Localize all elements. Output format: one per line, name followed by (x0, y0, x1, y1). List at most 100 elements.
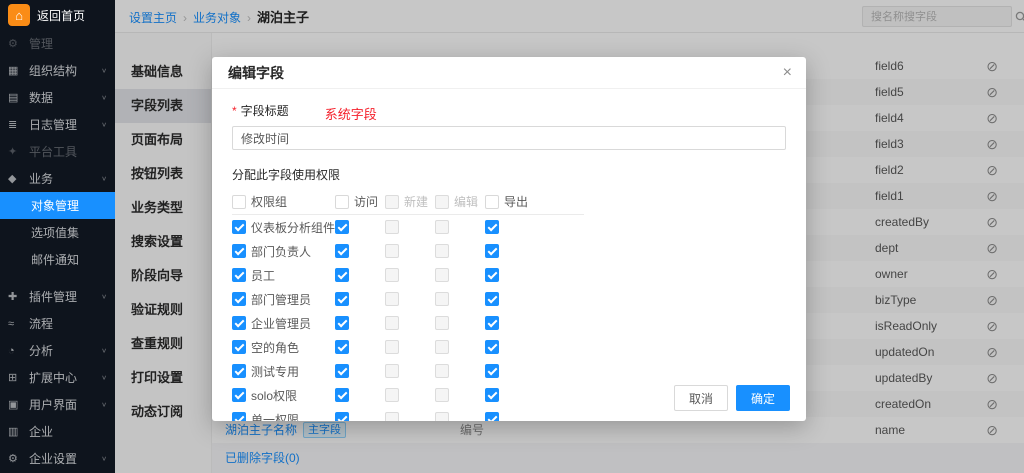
perm-cell (335, 244, 385, 258)
perm-cell (485, 292, 535, 306)
sidebar-item[interactable]: ◆业务∨ (0, 165, 115, 192)
chevron-down-icon: ∨ (101, 374, 107, 381)
sidebar-item[interactable]: ▦组织结构∨ (0, 57, 115, 84)
role-cell: 部门管理员 (232, 291, 335, 308)
perm-cell (485, 244, 535, 258)
sidebar-item[interactable]: ◔分析∨ (0, 337, 115, 364)
sidebar-item[interactable]: ▥企业 (0, 418, 115, 445)
role-cell: 单一权限 (232, 411, 335, 422)
header-checkbox[interactable] (335, 195, 349, 209)
perm-checkbox-visit[interactable] (335, 268, 349, 282)
perm-checkbox-export[interactable] (485, 244, 499, 258)
sidebar-menu: ⚙管理▦组织结构∨▤数据∨≣日志管理∨✦平台工具◆业务∨对象管理选项值集邮件通知… (0, 30, 115, 472)
perm-checkbox-export[interactable] (485, 292, 499, 306)
role-name: 部门负责人 (251, 243, 311, 260)
perm-header-label: 编辑 (454, 193, 478, 210)
perm-checkbox-export[interactable] (485, 340, 499, 354)
database-icon: ▤ (8, 91, 23, 104)
sidebar-item-label: 平台工具 (29, 143, 77, 160)
role-name: solo权限 (251, 387, 297, 404)
close-icon[interactable]: × (783, 57, 792, 89)
perm-checkbox-visit[interactable] (335, 364, 349, 378)
cancel-button[interactable]: 取消 (674, 385, 728, 411)
home-link[interactable]: ⌂ 返回首页 (0, 0, 115, 30)
chevron-down-icon: ∨ (101, 347, 107, 354)
perm-checkbox-create (385, 340, 399, 354)
sidebar-item-label: 管理 (29, 35, 53, 52)
perm-cell (385, 340, 435, 354)
sidebar-item[interactable]: ✚插件管理∨ (0, 283, 115, 310)
row-select-checkbox[interactable] (232, 388, 246, 402)
field-title-label: 字段标题 (241, 102, 289, 119)
perm-checkbox-edit (435, 340, 449, 354)
role-cell: solo权限 (232, 387, 335, 404)
row-select-checkbox[interactable] (232, 364, 246, 378)
row-select-checkbox[interactable] (232, 220, 246, 234)
perm-cell (335, 388, 385, 402)
perm-checkbox-visit[interactable] (335, 388, 349, 402)
perm-cell (485, 388, 535, 402)
perm-cell (385, 388, 435, 402)
perm-checkbox-visit[interactable] (335, 292, 349, 306)
perm-cell (435, 412, 485, 421)
sidebar-item[interactable]: ▣用户界面∨ (0, 391, 115, 418)
sidebar-item-label: 数据 (29, 89, 53, 106)
row-select-checkbox[interactable] (232, 316, 246, 330)
sidebar-item-label: 插件管理 (29, 288, 77, 305)
perm-checkbox-export[interactable] (485, 220, 499, 234)
perm-header-label: 权限组 (251, 193, 287, 210)
perm-checkbox-export[interactable] (485, 388, 499, 402)
perm-checkbox-edit (435, 388, 449, 402)
perm-cell (335, 316, 385, 330)
perm-cell (435, 292, 485, 306)
row-select-checkbox[interactable] (232, 292, 246, 306)
perm-header-label: 导出 (504, 193, 528, 210)
ui-icon: ▣ (8, 398, 23, 411)
perm-checkbox-create (385, 244, 399, 258)
settings-icon: ⚙ (8, 452, 23, 465)
sidebar-item[interactable]: ✦平台工具 (0, 138, 115, 165)
sidebar-item[interactable]: ≣日志管理∨ (0, 111, 115, 138)
perm-checkbox-visit[interactable] (335, 316, 349, 330)
confirm-button[interactable]: 确定 (736, 385, 790, 411)
chevron-down-icon: ∨ (101, 121, 107, 128)
sidebar-item[interactable]: ⚙ 管理 (0, 30, 115, 57)
perm-checkbox-export[interactable] (485, 268, 499, 282)
header-checkbox[interactable] (232, 195, 246, 209)
permission-table: 权限组访问新建编辑导出 仪表板分析组件部门负责人员工部门管理员企业管理员空的角色… (232, 189, 584, 421)
perm-checkbox-visit[interactable] (335, 220, 349, 234)
sidebar-item[interactable]: ≈流程 (0, 310, 115, 337)
permission-section-label: 分配此字段使用权限 (232, 166, 786, 183)
header-checkbox[interactable] (485, 195, 499, 209)
perm-checkbox-edit (435, 268, 449, 282)
row-select-checkbox[interactable] (232, 244, 246, 258)
perm-header: 权限组访问新建编辑导出 (232, 189, 584, 215)
perm-checkbox-visit[interactable] (335, 244, 349, 258)
perm-checkbox-export[interactable] (485, 316, 499, 330)
gear-icon: ⚙ (8, 37, 23, 50)
role-cell: 企业管理员 (232, 315, 335, 332)
perm-cell (335, 292, 385, 306)
sidebar-item-label: 选项值集 (31, 224, 79, 241)
row-select-checkbox[interactable] (232, 412, 246, 421)
sidebar-item[interactable]: ▤数据∨ (0, 84, 115, 111)
sidebar-item[interactable]: 对象管理 (0, 192, 115, 219)
header-checkbox (435, 195, 449, 209)
perm-checkbox-visit[interactable] (335, 412, 349, 421)
field-title-input[interactable] (232, 126, 786, 150)
perm-checkbox-export[interactable] (485, 412, 499, 421)
perm-checkbox-create (385, 364, 399, 378)
sidebar-item-label: 分析 (29, 342, 53, 359)
perm-cell (385, 412, 435, 421)
perm-checkbox-visit[interactable] (335, 340, 349, 354)
perm-header-col: 新建 (385, 193, 435, 210)
sidebar-item[interactable]: ⚙企业设置∨ (0, 445, 115, 472)
perm-checkbox-export[interactable] (485, 364, 499, 378)
row-select-checkbox[interactable] (232, 268, 246, 282)
row-select-checkbox[interactable] (232, 340, 246, 354)
sidebar-item-label: 对象管理 (31, 197, 79, 214)
sidebar-item[interactable]: 选项值集 (0, 219, 115, 246)
sidebar-item[interactable]: 邮件通知 (0, 246, 115, 273)
sidebar-item[interactable]: ⊞扩展中心∨ (0, 364, 115, 391)
sidebar: ⌂ 返回首页 ⚙管理▦组织结构∨▤数据∨≣日志管理∨✦平台工具◆业务∨对象管理选… (0, 0, 115, 473)
